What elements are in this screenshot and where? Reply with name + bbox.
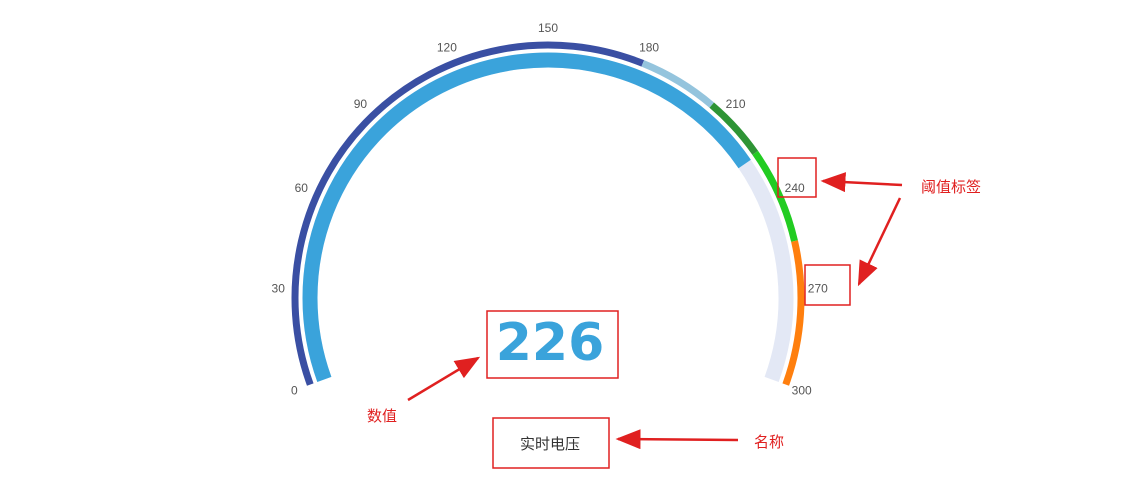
tick-label-300: 300 <box>792 383 812 397</box>
threshold-label-annotation: 阈值标签 <box>921 178 981 196</box>
tick-label-30: 30 <box>272 282 286 296</box>
value-arrow <box>407 356 481 402</box>
tick-label-120: 120 <box>437 41 457 55</box>
tick-label-270: 270 <box>808 282 828 296</box>
tick-label-210: 210 <box>726 97 746 111</box>
threshold-arrow-1 <box>820 172 903 193</box>
tick-label-60: 60 <box>295 181 309 195</box>
gauge-value: 226 <box>496 313 605 373</box>
tick-label-90: 90 <box>354 97 368 111</box>
name-arrow <box>615 429 739 450</box>
gauge-name: 实时电压 <box>520 435 580 453</box>
name-label-annotation: 名称 <box>754 433 784 451</box>
gauge-svg: 0 30 60 90 120 150 180 210 240 270 300 226 实时电压 阈值… <box>272 21 981 469</box>
annotation-arrows <box>407 172 903 450</box>
value-label-annotation: 数值 <box>367 407 397 425</box>
tick-label-0: 0 <box>291 383 298 397</box>
tick-label-150: 150 <box>538 21 558 35</box>
gauge-chart: 0 30 60 90 120 150 180 210 240 270 300 226 实时电压 阈值… <box>0 0 1124 490</box>
tick-label-180: 180 <box>639 41 659 55</box>
threshold-arrow-2 <box>857 197 902 287</box>
tick-label-240: 240 <box>785 181 805 195</box>
